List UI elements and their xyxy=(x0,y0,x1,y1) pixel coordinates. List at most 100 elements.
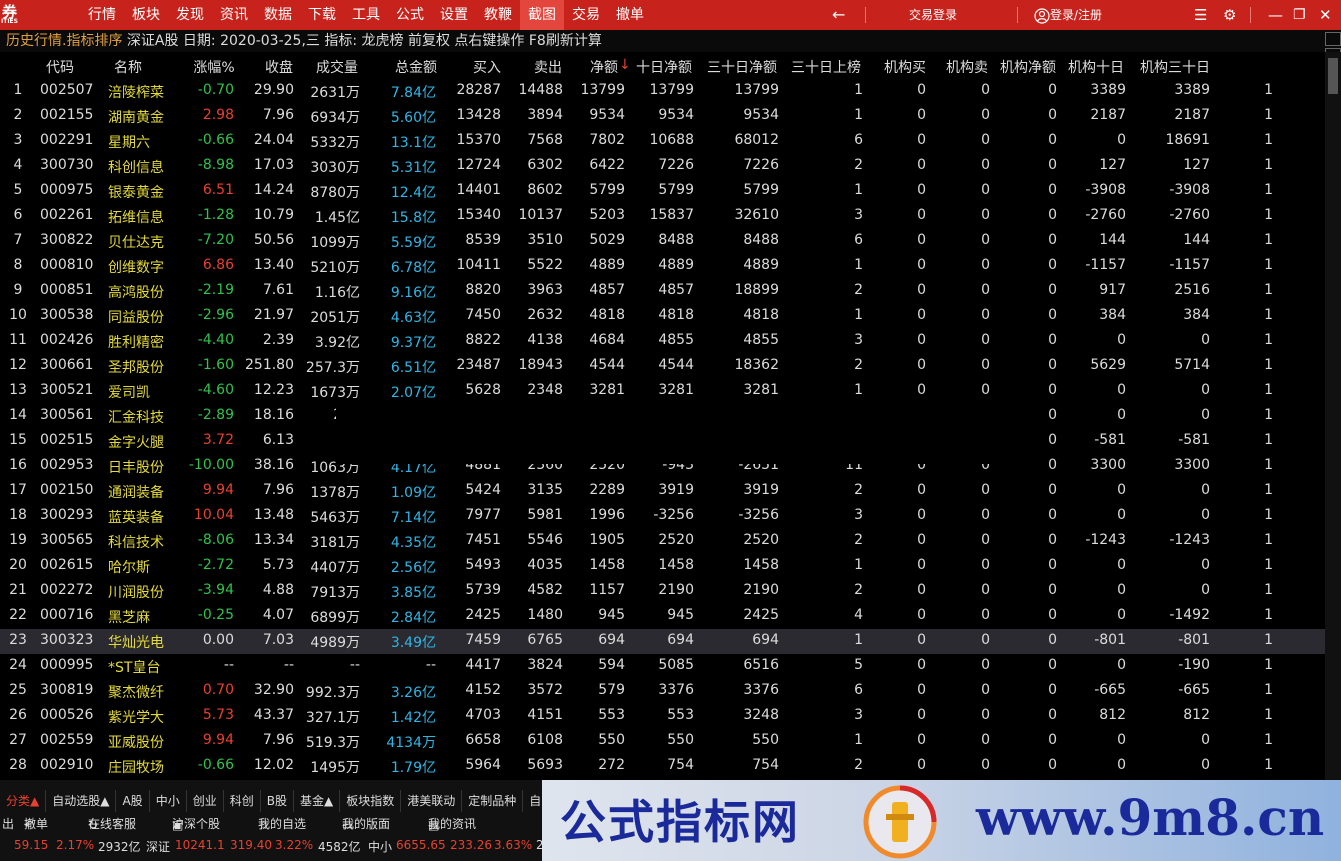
column-header[interactable]: 代码 xyxy=(46,57,74,77)
menu-item[interactable]: 交易 xyxy=(564,0,608,30)
column-header[interactable]: 机构买 xyxy=(884,57,926,77)
tool-button[interactable]: ↶ 撤单 xyxy=(24,815,48,832)
table-row[interactable]: 24 000995 *ST皇台 -- -- -- -- 4417 3824 594 5085 6516… xyxy=(0,654,1325,679)
table-row[interactable]: 4 300730 科创信息 -8.98 17.03 3030万 5.31亿 12724 6302… xyxy=(0,154,1325,179)
column-header[interactable]: 三十日净额 xyxy=(707,57,777,77)
category-tab[interactable]: B股 xyxy=(261,790,294,812)
table-cell: 1 xyxy=(1264,207,1273,223)
table-row[interactable]: 26 000526 紫光学大 5.73 43.37 327.1万 1.42亿 4703 4151… xyxy=(0,704,1325,729)
table-row[interactable]: 6 002261 拓维信息 -1.28 10.79 1.45亿 15.8亿 15340 1013… xyxy=(0,204,1325,229)
table-cell: 4.63亿 xyxy=(390,310,436,326)
table-row[interactable]: 10 300538 同益股份 -2.96 21.97 2051万 4.63亿 7450 2632… xyxy=(0,304,1325,329)
trade-login-link[interactable]: 交易登录 xyxy=(909,0,957,30)
menu-item[interactable]: 设置 xyxy=(432,0,476,30)
table-row[interactable]: 7 300822 贝仕达克 -7.20 50.56 1099万 5.59亿 8539 3510 5… xyxy=(0,229,1325,254)
table-row[interactable]: 21 002272 川润股份 -3.94 4.88 7913万 3.85亿 5739 4582 1… xyxy=(0,579,1325,604)
panel-button[interactable] xyxy=(1325,32,1341,46)
menu-item[interactable]: 撤单 xyxy=(608,0,652,30)
table-row[interactable]: 25 300819 聚杰微纤 0.70 32.90 992.3万 3.26亿 4152 3572… xyxy=(0,679,1325,704)
menu-item[interactable]: 公式 xyxy=(388,0,432,30)
table-cell: 0 xyxy=(981,182,990,198)
menu-item[interactable]: 截图 xyxy=(520,0,564,30)
tool-button[interactable]: ▭ 我的版面 xyxy=(342,815,390,832)
column-header[interactable]: 收盘 xyxy=(265,57,293,77)
column-header[interactable]: 卖出 xyxy=(534,57,562,77)
table-row[interactable]: 23 300323 华灿光电 0.00 7.03 4989万 3.49亿 7459 6765 69… xyxy=(0,629,1325,654)
menu-item[interactable]: 数据 xyxy=(256,0,300,30)
column-header[interactable]: 机构十日 xyxy=(1068,57,1124,77)
menu-item[interactable]: 行情 xyxy=(80,0,124,30)
category-tab[interactable]: 板块指数 xyxy=(340,790,402,812)
category-tab[interactable]: 自动选股▲ xyxy=(46,790,117,812)
table-row[interactable]: 17 002150 通润装备 9.94 7.96 1378万 1.09亿 5424 3135 22… xyxy=(0,479,1325,504)
login-register-link[interactable]: 登录/注册 xyxy=(1034,0,1102,30)
table-cell: 19 xyxy=(9,532,27,548)
column-header[interactable]: 三十日上榜 xyxy=(791,57,861,77)
table-cell: 0 xyxy=(1048,632,1057,648)
table-cell: 29.90 xyxy=(253,82,294,98)
tool-button[interactable]: ▤ 我的资讯 xyxy=(428,815,476,832)
table-row[interactable]: 8 000810 创维数字 6.86 13.40 5210万 6.78亿 10411 5522 4… xyxy=(0,254,1325,279)
table-cell: 4407万 xyxy=(310,560,360,576)
tool-button[interactable]: ☆ 我的自选 xyxy=(258,815,306,832)
table-row[interactable]: 27 002559 亚威股份 9.94 7.96 519.3万 4134万 6658 6108 5… xyxy=(0,729,1325,754)
table-cell: 15 xyxy=(9,432,27,448)
table-row[interactable]: 18 300293 蓝英装备 10.04 13.48 5463万 7.14亿 7977 5981… xyxy=(0,504,1325,529)
table-row[interactable]: 20 002615 哈尔斯 -2.72 5.73 4407万 2.56亿 5493 4035 14… xyxy=(0,554,1325,579)
menu-item[interactable]: 发现 xyxy=(168,0,212,30)
restore-icon[interactable]: ❐ xyxy=(1293,0,1306,30)
close-icon[interactable]: ✕ xyxy=(1319,0,1332,30)
menu-item[interactable]: 教鞭 xyxy=(476,0,520,30)
column-header[interactable]: 总金额 xyxy=(395,57,437,77)
table-row[interactable]: 19 300565 科信技术 -8.06 13.34 3181万 4.35亿 7451 5546… xyxy=(0,529,1325,554)
table-row[interactable]: 5 000975 银泰黄金 6.51 14.24 8780万 12.4亿 14401 8602 5… xyxy=(0,179,1325,204)
category-tab[interactable]: 港美联动 xyxy=(401,790,463,812)
table-row[interactable]: 9 000851 高鸿股份 -2.19 7.61 1.16亿 9.16亿 8820 3963 48… xyxy=(0,279,1325,304)
table-cell: 32.90 xyxy=(253,682,294,698)
table-cell: 002507 xyxy=(40,82,94,98)
minimize-icon[interactable]: — xyxy=(1268,0,1283,30)
table-row[interactable]: 1 002507 涪陵榨菜 -0.70 29.90 2631万 7.84亿 28287 1448… xyxy=(0,79,1325,104)
table-cell: 3.92亿 xyxy=(314,335,360,351)
gear-icon[interactable]: ⚙ xyxy=(1223,0,1236,30)
table-cell: 3181万 xyxy=(310,535,360,551)
tool-button[interactable]: ▣ 沪深个股 xyxy=(172,815,220,832)
menu-item[interactable]: 板块 xyxy=(124,0,168,30)
scrollbar-thumb[interactable] xyxy=(1328,58,1338,94)
menu-item[interactable]: 资讯 xyxy=(212,0,256,30)
column-header[interactable]: 净额 xyxy=(590,57,618,77)
vertical-scrollbar[interactable] xyxy=(1325,52,1341,780)
column-header[interactable]: 名称 xyxy=(114,57,142,77)
table-row[interactable]: 12 300661 圣邦股份 -1.60 251.80 257.3万 6.51亿 23487 1… xyxy=(0,354,1325,379)
table-row[interactable]: 28 002910 庄园牧场 -0.66 12.02 1495万 1.79亿 5964 5693… xyxy=(0,754,1325,779)
category-tab[interactable]: 基金▲ xyxy=(294,790,341,812)
category-tab[interactable]: 中小 xyxy=(150,790,187,812)
back-arrow-icon[interactable]: ← xyxy=(832,0,845,30)
table-cell: 000851 xyxy=(40,282,94,298)
tool-button[interactable]: ↻ 在线客服 xyxy=(88,815,136,832)
category-tab[interactable]: 定制品种 xyxy=(462,790,524,812)
menu-item[interactable]: 下载 xyxy=(300,0,344,30)
tool-button[interactable]: 出 xyxy=(2,815,14,832)
table-cell: 6.13 xyxy=(262,432,294,448)
column-header[interactable]: 买入 xyxy=(473,57,501,77)
table-row[interactable]: 3 002291 星期六 -0.66 24.04 5332万 13.1亿 15370 7568 7… xyxy=(0,129,1325,154)
category-tab[interactable]: 创业 xyxy=(187,790,224,812)
category-tab[interactable]: 分类▲ xyxy=(0,790,47,812)
watermark-title: 公式指标网 xyxy=(560,795,800,849)
table-cell: 0 xyxy=(981,607,990,623)
column-header[interactable]: 十日净额 xyxy=(636,57,692,77)
column-header[interactable]: 成交量 xyxy=(316,57,358,77)
column-header[interactable]: 机构净额 xyxy=(1000,57,1056,77)
category-tab[interactable]: A股 xyxy=(116,790,150,812)
menu-item[interactable]: 工具 xyxy=(344,0,388,30)
column-header[interactable]: 涨幅% xyxy=(193,57,234,77)
category-tab[interactable]: 科创 xyxy=(224,790,261,812)
column-header[interactable]: 机构三十日 xyxy=(1140,57,1210,77)
column-header[interactable]: 机构卖 xyxy=(946,57,988,77)
table-cell: 4855 xyxy=(743,332,779,348)
table-row[interactable]: 2 002155 湖南黄金 2.98 7.96 6934万 5.60亿 13428 3894 95… xyxy=(0,104,1325,129)
table-row[interactable]: 22 000716 黑芝麻 -0.25 4.07 6899万 2.84亿 2425 1480 94… xyxy=(0,604,1325,629)
menu-icon[interactable]: ☰ xyxy=(1194,0,1207,30)
table-row[interactable]: 11 002426 胜利精密 -4.40 2.39 3.92亿 9.37亿 8822 4138 4… xyxy=(0,329,1325,354)
